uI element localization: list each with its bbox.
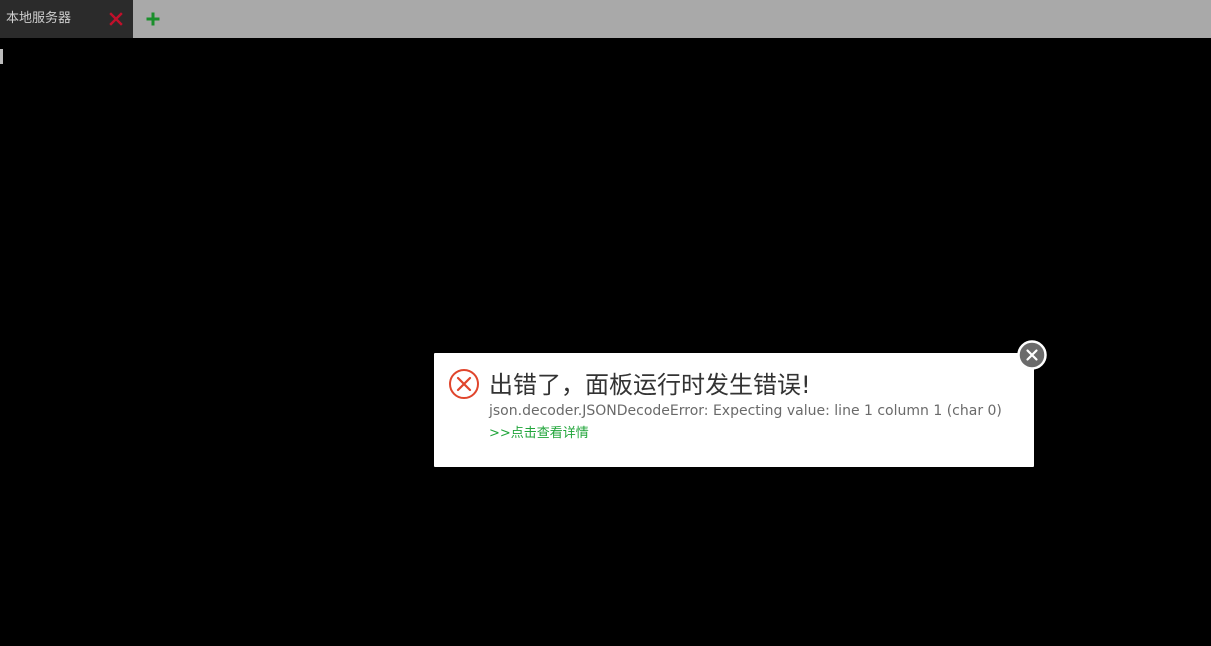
- close-icon[interactable]: [108, 11, 124, 27]
- error-title: 出错了，面板运行时发生错误!: [489, 371, 811, 399]
- error-circle-icon: [448, 368, 480, 400]
- dialog-close-button[interactable]: [1017, 340, 1047, 370]
- plus-icon: [146, 12, 160, 26]
- error-message: json.decoder.JSONDecodeError: Expecting …: [489, 403, 1002, 419]
- add-tab-button[interactable]: [145, 11, 161, 27]
- error-dialog: 出错了，面板运行时发生错误! json.decoder.JSONDecodeEr…: [434, 353, 1034, 467]
- text-cursor: [0, 49, 3, 64]
- tab-label: 本地服务器: [6, 11, 72, 26]
- tab-local-server[interactable]: 本地服务器: [0, 0, 133, 38]
- tab-bar: 本地服务器: [0, 0, 1211, 38]
- close-icon: [1017, 340, 1047, 370]
- view-details-link[interactable]: >>点击查看详情: [489, 426, 589, 442]
